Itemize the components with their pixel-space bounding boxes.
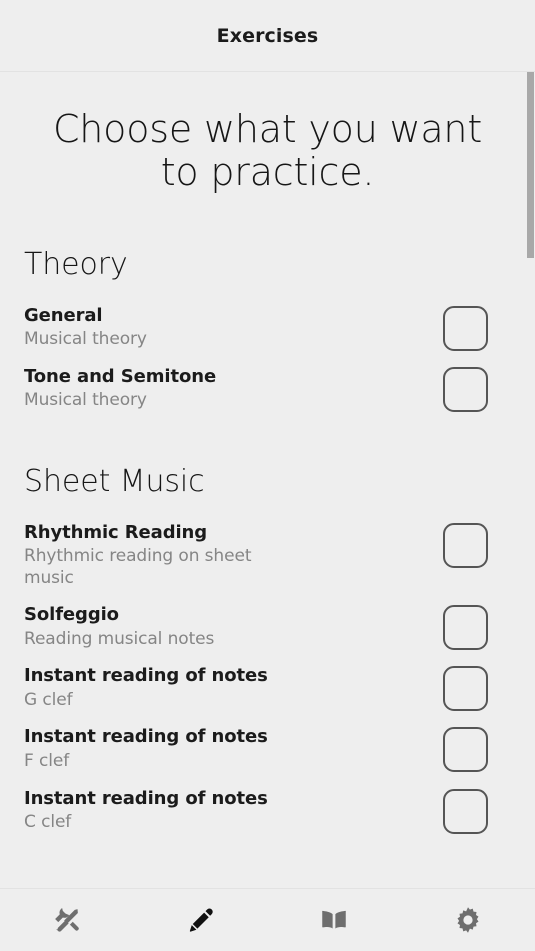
tab-library[interactable] [268, 889, 402, 951]
exercise-row[interactable]: Instant reading of notes C clef [24, 781, 511, 842]
scrollbar-thumb[interactable] [527, 72, 534, 258]
book-icon [319, 905, 349, 935]
exercise-checkbox[interactable] [443, 666, 488, 712]
exercise-subtitle: G clef [24, 690, 73, 711]
section-title: Sheet Music [24, 463, 205, 499]
tab-settings[interactable] [401, 889, 535, 951]
exercise-checkbox[interactable] [443, 522, 488, 568]
exercise-title: Instant reading of notes [24, 726, 268, 748]
pencil-icon [186, 905, 216, 935]
exercise-subtitle: Reading musical notes [24, 628, 215, 649]
exercise-row-text: Solfeggio Reading musical notes [24, 603, 214, 650]
exercises-screen: Exercises Choose what you want to practi… [0, 0, 535, 951]
tools-icon [52, 905, 82, 935]
exercise-subtitle: Musical theory [24, 390, 147, 411]
sections-container: Theory General Musical theory Tone and Semi… [24, 247, 511, 842]
exercise-row-text: Rhythmic Reading Rhythmic reading on shee… [24, 521, 286, 589]
exercise-title: Instant reading of notes [24, 787, 268, 809]
exercise-title: Tone and Semitone [24, 365, 217, 387]
exercise-subtitle: C clef [24, 812, 72, 833]
exercise-subtitle: Musical theory [24, 329, 147, 350]
exercise-row[interactable]: Tone and Semitone Musical theory [24, 359, 511, 420]
exercise-row[interactable]: Instant reading of notes F clef [24, 719, 511, 780]
exercise-title: General [24, 304, 103, 326]
exercise-title: Instant reading of notes [24, 665, 268, 687]
exercise-row-text: Instant reading of notes G clef [24, 664, 268, 711]
exercise-checkbox[interactable] [443, 788, 488, 834]
exercise-list: Choose what you want to practice. Theory… [0, 72, 535, 842]
section: Theory General Musical theory Tone and Semi… [24, 247, 511, 420]
bottom-tab-bar [0, 888, 535, 951]
exercise-row[interactable]: Solfeggio Reading musical notes [24, 597, 511, 658]
exercise-subtitle: Rhythmic reading on sheet music [24, 546, 252, 588]
exercise-row-text: General Musical theory [24, 304, 147, 351]
exercise-row[interactable]: General Musical theory [24, 298, 511, 359]
app-header: Exercises [0, 0, 535, 72]
exercise-row-text: Tone and Semitone Musical theory [24, 365, 216, 412]
section-title: Theory [24, 246, 128, 282]
exercise-row-text: Instant reading of notes C clef [24, 787, 268, 834]
exercise-subtitle: F clef [24, 751, 70, 772]
exercise-scroll-area[interactable]: Choose what you want to practice. Theory… [0, 72, 535, 888]
exercise-checkbox[interactable] [443, 305, 488, 351]
page-heading: Choose what you want to practice. [52, 107, 483, 195]
tab-tools[interactable] [0, 889, 134, 951]
exercise-title: Solfeggio [24, 604, 119, 626]
exercise-checkbox[interactable] [443, 366, 488, 412]
exercise-row[interactable]: Instant reading of notes G clef [24, 658, 511, 719]
exercise-checkbox[interactable] [443, 727, 488, 773]
exercise-checkbox[interactable] [443, 605, 488, 651]
tab-exercises[interactable] [134, 889, 268, 951]
exercise-row[interactable]: Rhythmic Reading Rhythmic reading on shee… [24, 515, 511, 597]
exercise-title: Rhythmic Reading [24, 521, 208, 543]
page-title: Exercises [216, 24, 319, 47]
section: Sheet Music Rhythmic Reading Rhythmic read… [24, 464, 511, 842]
scrollbar-track[interactable] [526, 72, 535, 888]
exercise-row-text: Instant reading of notes F clef [24, 725, 268, 772]
gear-icon [453, 905, 483, 935]
